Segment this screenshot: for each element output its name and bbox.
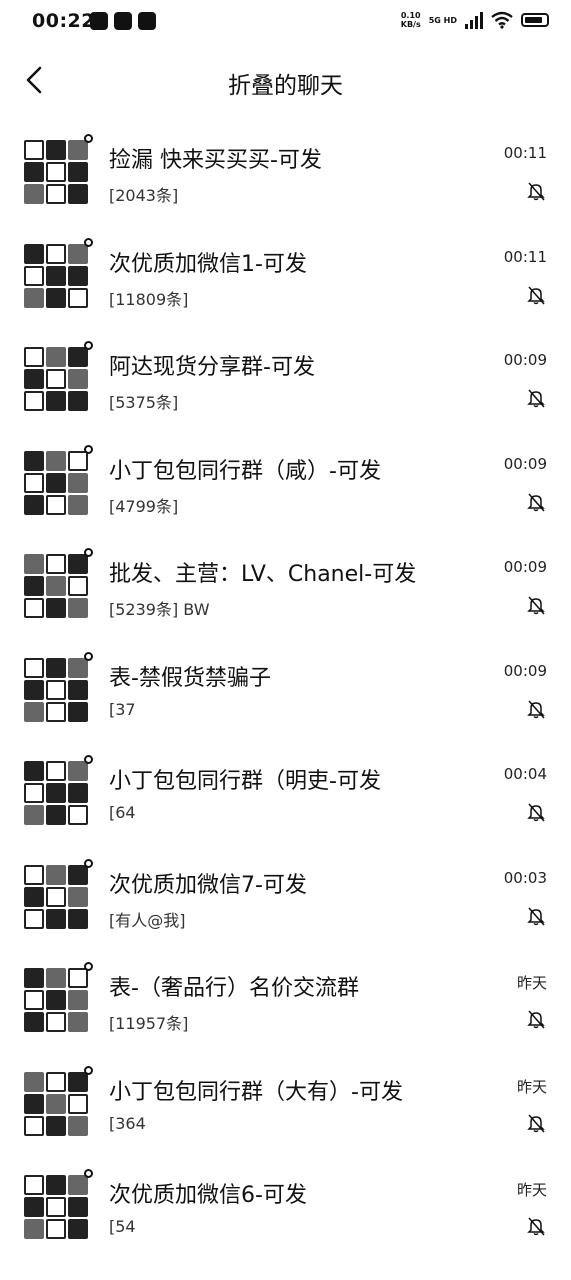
chat-time: 00:03 [503,868,547,887]
chat-name: 小丁包包同行群（明吏-可发 [109,769,381,794]
chat-item[interactable]: 次优质加微信7-可发 [有人@我] 00:03 [0,839,571,942]
chat-preview: [5239条] BW [109,600,210,619]
tiktok-icon [114,12,132,30]
chat-item[interactable]: 捡漏 快来买买买-可发 [2043条] 00:11 [0,114,571,217]
chat-item[interactable]: 小丁包包同行群（大有）-可发 [364 昨天 [0,1046,571,1149]
mute-bell-icon [527,700,545,718]
chat-time: 00:11 [503,247,547,266]
chat-name: 次优质加微信6-可发 [109,1183,307,1208]
chat-name: 捡漏 快来买买买-可发 [109,148,322,173]
unread-dot-icon [84,962,93,971]
mute-bell-icon [527,596,545,615]
chat-name: 次优质加微信7-可发 [109,872,307,898]
status-indicators: 0.10 KB/s 5G HD [401,11,549,29]
chat-preview: [64 [109,803,136,822]
chat-preview: [54 [109,1217,136,1236]
unread-dot-icon [84,1065,93,1075]
group-avatar [24,347,88,411]
chat-time: 00:09 [503,454,547,473]
chat-time: 00:11 [503,144,547,162]
mute-bell-icon [527,286,545,304]
mute-bell-icon [527,803,545,822]
group-avatar [24,450,88,515]
unread-dot-icon [84,134,93,143]
status-time: 00:22 [32,10,95,32]
unread-dot-icon [84,548,93,557]
chat-time: 00:04 [503,765,547,783]
notification-app-icon [90,12,108,30]
wifi-icon [491,11,513,29]
chat-preview: [37 [109,699,136,719]
status-app-icons [90,12,156,30]
unread-dot-icon [84,755,93,764]
group-avatar [24,1071,88,1136]
chat-name: 表-（奢品行）名价交流群 [109,976,359,1001]
group-avatar [24,243,88,308]
mute-bell-icon [527,389,545,408]
group-avatar [24,761,88,825]
unread-dot-icon [84,858,93,868]
group-avatar [24,554,88,618]
image-app-icon [138,12,156,30]
mute-bell-icon [527,493,545,511]
chat-preview: [有人@我] [109,910,186,930]
chat-item[interactable]: 小丁包包同行群（明吏-可发 [64 00:04 [0,735,571,838]
net-speed: 0.10 KB/s [400,11,421,29]
chat-name: 批发、主营：LV、Chanel-可发 [109,562,417,587]
battery-icon [521,13,549,27]
unread-dot-icon [84,444,93,454]
chat-time: 00:09 [503,351,547,369]
unread-dot-icon [84,651,93,661]
chat-preview: [2043条] [109,186,179,205]
chat-item[interactable]: 表-（奢品行）名价交流群 [11957条] 昨天 [0,942,571,1045]
signal-icon [465,11,483,29]
unread-dot-icon [84,341,93,350]
status-bar: 00:22 0.10 KB/s 5G HD [0,0,571,46]
chat-item[interactable]: 批发、主营：LV、Chanel-可发 [5239条] BW 00:09 [0,528,571,631]
mute-bell-icon [527,907,545,925]
unread-dot-icon [84,1169,93,1178]
chat-preview: [4799条] [109,496,179,516]
chat-item[interactable]: 阿达现货分享群-可发 [5375条] 00:09 [0,321,571,424]
chat-name: 小丁包包同行群（大有）-可发 [109,1079,403,1105]
chat-item[interactable]: 次优质加微信6-可发 [54 昨天 [0,1149,571,1252]
chat-preview: [11809条] [109,289,189,309]
group-avatar [24,864,88,929]
chat-time: 昨天 [516,1077,547,1096]
chat-name: 次优质加微信1-可发 [109,251,307,277]
unread-dot-icon [84,237,93,247]
mute-bell-icon [527,1114,545,1132]
chat-preview: [364 [109,1113,146,1133]
chat-name: 小丁包包同行群（咸）-可发 [109,458,381,484]
chat-name: 表-禁假货禁骗子 [109,665,271,691]
chat-item[interactable]: 小丁包包同行群（咸）-可发 [4799条] 00:09 [0,425,571,528]
group-avatar [24,968,88,1032]
mute-bell-icon [527,1217,545,1236]
mute-bell-icon [527,182,545,201]
chat-item[interactable]: 次优质加微信1-可发 [11809条] 00:11 [0,218,571,321]
chat-name: 阿达现货分享群-可发 [109,355,315,380]
group-avatar [24,657,88,722]
chat-time: 00:09 [503,558,547,576]
page-title: 折叠的聊天 [228,73,343,99]
group-avatar [24,140,88,204]
chat-item[interactable]: 表-禁假货禁骗子 [37 00:09 [0,632,571,735]
mute-bell-icon [527,1010,545,1029]
chat-time: 00:09 [503,661,547,680]
group-avatar [24,1175,88,1239]
chat-preview: [5375条] [109,393,179,412]
chat-time: 昨天 [516,974,547,992]
chat-preview: [11957条] [109,1014,189,1033]
nav-bar: 折叠的聊天 [0,46,571,114]
chat-time: 昨天 [516,1181,547,1199]
network-type: 5G HD [428,15,457,25]
